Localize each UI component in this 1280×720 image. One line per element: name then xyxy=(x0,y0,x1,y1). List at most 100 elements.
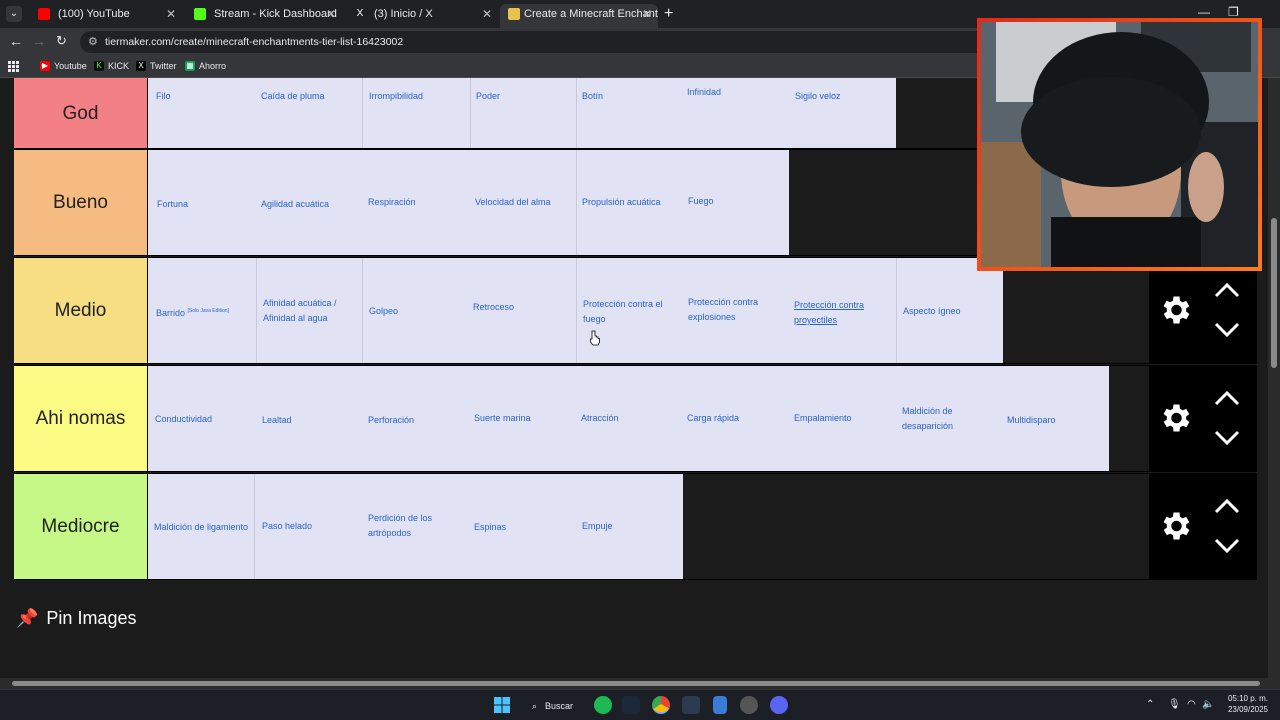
gear-icon[interactable] xyxy=(1157,508,1193,544)
tab-kick[interactable]: Stream - Kick Dashboard ✕ xyxy=(182,4,342,28)
spotify-icon[interactable] xyxy=(594,696,612,714)
chevron-up-icon[interactable]: ⌃ xyxy=(1146,699,1154,710)
obs-icon[interactable] xyxy=(740,696,758,714)
enchant-item[interactable]: Lealtad xyxy=(262,413,292,428)
enchant-item[interactable]: Empuje xyxy=(582,519,613,534)
clock-time: 05:10 p. m. xyxy=(1227,694,1268,703)
enchant-item[interactable]: Perdición de los artrópodos xyxy=(368,511,448,541)
enchant-item[interactable]: Golpeo xyxy=(369,304,398,319)
move-up-icon[interactable] xyxy=(1213,389,1241,407)
enchant-item[interactable]: Aspecto ígneo xyxy=(903,304,961,319)
hand-cursor-icon xyxy=(590,330,600,346)
close-tab-icon[interactable]: ✕ xyxy=(482,4,492,24)
tab-search-button[interactable]: ⌄ xyxy=(6,6,22,22)
gear-icon[interactable] xyxy=(1157,400,1193,436)
enchant-item[interactable]: Botín xyxy=(582,89,603,104)
reload-icon[interactable]: ↻ xyxy=(56,33,67,49)
enchant-item[interactable]: Velocidad del alma xyxy=(475,195,551,210)
enchant-item[interactable]: Infinidad xyxy=(687,85,721,100)
enchant-item[interactable]: Protección contra proyectiles xyxy=(794,298,884,328)
address-url: tiermaker.com/create/minecraft-enchantme… xyxy=(105,36,404,48)
steam-icon[interactable] xyxy=(622,696,640,714)
app-icon[interactable] xyxy=(713,696,727,714)
edition-note: [Solo Java Edition] xyxy=(187,308,229,314)
pin-images-title: Pin Images xyxy=(46,608,137,628)
tab-x[interactable]: X (3) Inicio / X ✕ xyxy=(342,4,498,28)
microphone-icon[interactable]: 🎙 xyxy=(1168,699,1181,710)
clock[interactable]: 05:10 p. m. 23/09/2025 xyxy=(1222,693,1268,715)
enchant-item[interactable]: Fortuna xyxy=(157,197,188,212)
enchant-item[interactable]: Irrompibilidad xyxy=(369,89,423,104)
enchant-item[interactable]: Paso helado xyxy=(262,519,312,534)
enchant-item[interactable]: Maldición de ligamiento xyxy=(154,520,248,535)
forward-icon[interactable]: → xyxy=(32,33,46,49)
enchant-item[interactable]: Perforación xyxy=(368,413,414,428)
site-info-icon[interactable]: ⚙ xyxy=(88,35,98,48)
wifi-icon[interactable]: ◠ xyxy=(1187,699,1196,710)
enchant-item[interactable]: Poder xyxy=(476,89,500,104)
kick-icon: K xyxy=(94,61,104,71)
bookmark-ahorro[interactable]: ▦ Ahorro xyxy=(185,61,226,71)
enchant-item[interactable]: Maldición de desaparición xyxy=(902,404,978,434)
enchant-item[interactable]: Empalamiento xyxy=(794,411,852,426)
move-down-icon[interactable] xyxy=(1213,429,1241,447)
maximize-icon[interactable]: ❐ xyxy=(1228,5,1239,19)
move-up-icon[interactable] xyxy=(1213,281,1241,299)
tier-items: Barrido [Solo Java Edition] Afinidad acu… xyxy=(148,258,1003,363)
horizontal-scrollbar[interactable] xyxy=(0,678,1280,689)
apps-grid-icon[interactable] xyxy=(8,61,19,72)
tier-label[interactable]: God xyxy=(14,78,148,148)
enchant-item[interactable]: Respiración xyxy=(368,195,416,210)
tab-tiermaker[interactable]: Create a Minecraft Enchantme ✕ xyxy=(500,4,658,28)
close-tab-icon[interactable]: ✕ xyxy=(326,4,336,24)
enchant-item[interactable]: Agilidad acuática xyxy=(261,197,329,212)
enchant-item[interactable]: Propulsión acuática xyxy=(582,195,661,210)
discord-icon[interactable] xyxy=(770,696,788,714)
bookmark-kick[interactable]: K KICK xyxy=(94,61,129,71)
back-icon[interactable]: ← xyxy=(9,33,23,49)
enchant-item[interactable]: Fuego xyxy=(688,194,714,209)
enchant-item[interactable]: Conductividad xyxy=(155,412,212,427)
webcam-feed xyxy=(981,22,1258,267)
enchant-item[interactable]: Suerte marina xyxy=(474,411,531,426)
enchant-item[interactable]: Filo xyxy=(156,89,171,104)
tier-label[interactable]: Bueno xyxy=(14,150,148,255)
move-down-icon[interactable] xyxy=(1213,537,1241,555)
vertical-scrollbar[interactable] xyxy=(1268,78,1280,678)
enchant-item[interactable]: Atracción xyxy=(581,411,619,426)
enchant-item[interactable]: Protección contra explosiones xyxy=(688,295,778,325)
minimize-icon[interactable]: — xyxy=(1198,5,1210,19)
move-down-icon[interactable] xyxy=(1213,321,1241,339)
bookmark-twitter[interactable]: X Twitter xyxy=(136,61,177,71)
close-tab-icon[interactable]: ✕ xyxy=(166,4,176,24)
tier-label[interactable]: Ahi nomas xyxy=(14,366,148,471)
bookmark-label: KICK xyxy=(108,61,130,71)
audio-app-icon[interactable] xyxy=(682,696,700,714)
windows-start-icon[interactable] xyxy=(494,697,510,713)
tiermaker-icon xyxy=(508,8,520,20)
tier-items: Conductividad Lealtad Perforación Suerte… xyxy=(148,366,1109,471)
tier-label[interactable]: Mediocre xyxy=(14,474,148,579)
enchant-item[interactable]: Caída de pluma xyxy=(261,89,325,104)
bookmark-youtube[interactable]: ▶ Youtube xyxy=(40,61,87,71)
enchant-item[interactable]: Espinas xyxy=(474,520,506,535)
taskbar-search[interactable]: ⌕ Buscar xyxy=(528,696,580,716)
enchant-item[interactable]: Sigilo veloz xyxy=(795,89,841,104)
enchant-item[interactable]: Carga rápida xyxy=(687,411,739,426)
chrome-icon[interactable] xyxy=(652,696,670,714)
close-tab-icon[interactable]: ✕ xyxy=(642,4,652,24)
enchant-item[interactable]: Protección contra el fuego xyxy=(583,297,675,327)
tier-label[interactable]: Medio xyxy=(14,258,148,363)
tab-youtube[interactable]: (100) YouTube ✕ xyxy=(26,4,182,28)
tier-row-medio: Medio Barrido [Solo Java Edition] Afinid… xyxy=(14,257,1149,364)
enchant-item[interactable]: Afinidad acuática / Afinidad al agua xyxy=(263,296,359,326)
tab-title: (3) Inicio / X xyxy=(374,8,433,20)
enchant-item[interactable]: Retroceso xyxy=(473,300,514,315)
gear-icon[interactable] xyxy=(1157,292,1193,328)
enchant-item[interactable]: Barrido [Solo Java Edition] xyxy=(156,304,229,321)
move-up-icon[interactable] xyxy=(1213,497,1241,515)
volume-icon[interactable]: 🔈 xyxy=(1202,699,1214,710)
enchant-item-label: Barrido xyxy=(156,308,186,318)
new-tab-button[interactable]: + xyxy=(664,5,673,23)
enchant-item[interactable]: Multidisparo xyxy=(1007,413,1056,428)
